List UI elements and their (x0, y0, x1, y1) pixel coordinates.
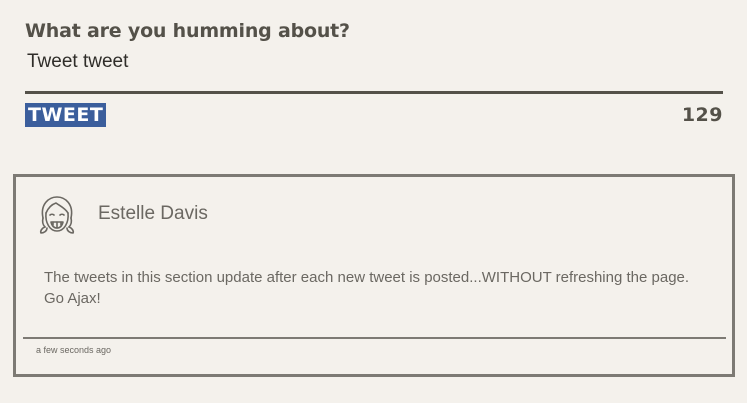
compose-label: What are you humming about? (25, 20, 350, 42)
tweet-text: The tweets in this section update after … (44, 269, 690, 307)
girl-face-icon (34, 193, 80, 239)
tweet-input[interactable] (25, 46, 723, 94)
tweet-card: Estelle Davis The tweets in this section… (13, 174, 735, 377)
author-name: Estelle Davis (98, 203, 208, 224)
tweet-footer: a few seconds ago (23, 337, 726, 355)
compose-footer: TWEET 129 (25, 103, 723, 133)
compose-form: What are you humming about? TWEET 129 (25, 18, 723, 133)
tweet-button[interactable]: TWEET (25, 103, 107, 127)
char-counter: 129 (681, 104, 723, 126)
timestamp: a few seconds ago (36, 345, 112, 355)
tweet-header: Estelle Davis (34, 193, 714, 243)
